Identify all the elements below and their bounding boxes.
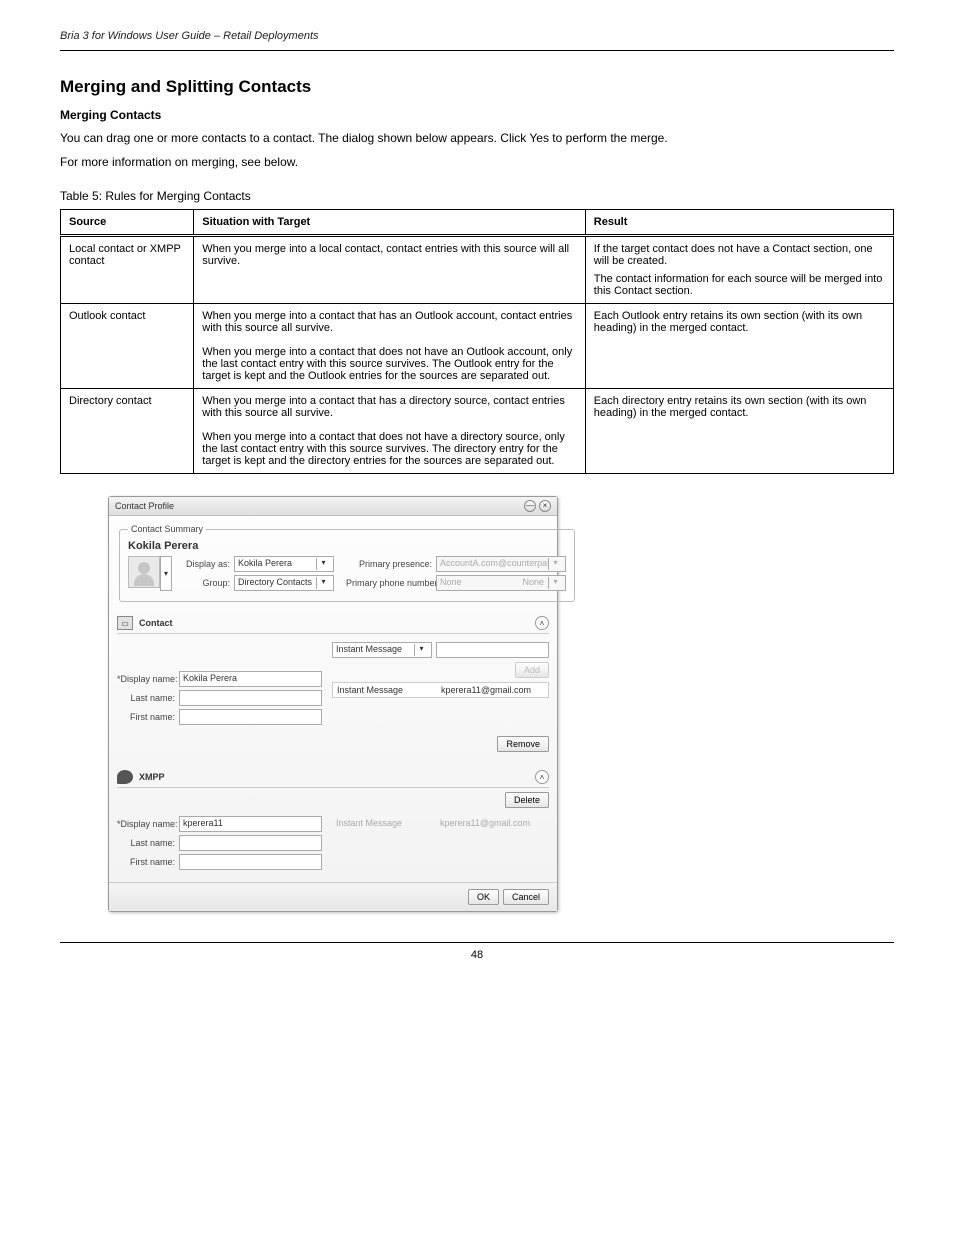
display-name-label: *Display name: [117, 819, 175, 829]
collapse-icon[interactable]: ˄ [535, 770, 549, 784]
display-as-input[interactable]: Kokila Perera [238, 558, 316, 570]
last-name-label: Last name: [117, 838, 175, 848]
last-name-label: Last name: [117, 693, 175, 703]
last-name-input[interactable] [179, 835, 322, 851]
speech-bubble-icon [117, 770, 133, 784]
last-name-input[interactable] [179, 690, 322, 706]
page-header: Bria 3 for Windows User Guide – Retail D… [60, 30, 894, 51]
merge-paragraph-1: You can drag one or more contacts to a c… [60, 130, 894, 147]
primary-phone-right: None [522, 577, 544, 589]
avatar [128, 556, 160, 588]
chevron-down-icon[interactable]: ▾ [316, 577, 330, 589]
listing-method: Instant Message [336, 818, 436, 828]
col-result: Result [585, 210, 893, 236]
close-icon[interactable]: × [539, 500, 551, 512]
primary-presence-value: AccountA.com@counterpath.co [440, 558, 548, 570]
col-situation: Situation with Target [194, 210, 586, 236]
col-source: Source [61, 210, 194, 236]
listing-value: kperera11@gmail.com [440, 818, 530, 828]
cancel-button[interactable]: Cancel [503, 889, 549, 905]
avatar-chevron-icon[interactable]: ▾ [160, 556, 172, 591]
collapse-icon[interactable]: ˄ [535, 616, 549, 630]
display-name-input[interactable]: Kokila Perera [179, 671, 322, 687]
method-select[interactable]: Instant Message [336, 644, 414, 656]
group-select[interactable]: Directory Contacts [238, 577, 316, 589]
group-label: Group: [184, 578, 230, 588]
first-name-label: First name: [117, 712, 175, 722]
remove-button[interactable]: Remove [497, 736, 549, 752]
section-heading: Merging and Splitting Contacts [60, 77, 894, 97]
chevron-down-icon[interactable]: ▾ [548, 558, 562, 570]
chevron-down-icon[interactable]: ▾ [316, 558, 330, 570]
delete-button[interactable]: Delete [505, 792, 549, 808]
method-value-input[interactable] [436, 642, 549, 658]
first-name-input[interactable] [179, 854, 322, 870]
contact-name-heading: Kokila Perera [128, 540, 566, 552]
chevron-down-icon[interactable]: ▾ [414, 644, 428, 656]
contact-profile-dialog: Contact Profile — × Contact Summary Koki… [108, 496, 558, 912]
ok-button[interactable]: OK [468, 889, 499, 905]
merge-subheading: Merging Contacts [60, 107, 894, 124]
listing-method: Instant Message [337, 685, 437, 695]
primary-phone-left: None [440, 577, 518, 589]
dialog-title: Contact Profile [115, 501, 174, 511]
merge-rules-table: Source Situation with Target Result Loca… [60, 209, 894, 474]
listing-value: kperera11@gmail.com [441, 685, 531, 695]
summary-legend: Contact Summary [128, 524, 206, 534]
display-name-input[interactable]: kperera11 [179, 816, 322, 832]
table-row: Outlook contact When you merge into a co… [61, 304, 894, 389]
first-name-label: First name: [117, 857, 175, 867]
display-name-label: *Display name: [117, 674, 175, 684]
table-title: Table 5: Rules for Merging Contacts [60, 189, 894, 203]
primary-presence-label: Primary presence: [346, 559, 432, 569]
section-title-xmpp: XMPP [139, 772, 165, 782]
section-title-contact: Contact [139, 618, 173, 628]
chevron-down-icon[interactable]: ▾ [548, 577, 562, 589]
first-name-input[interactable] [179, 709, 322, 725]
header-left: Bria 3 for Windows User Guide – Retail D… [60, 30, 319, 42]
add-button[interactable]: Add [515, 662, 549, 678]
page-footer: 48 [60, 942, 894, 961]
table-row: Directory contact When you merge into a … [61, 389, 894, 474]
table-row: Local contact or XMPP contact When you m… [61, 236, 894, 304]
card-icon: ▭ [117, 616, 133, 630]
minimize-icon[interactable]: — [524, 500, 536, 512]
display-as-label: Display as: [184, 559, 230, 569]
primary-phone-label: Primary phone number: [346, 578, 432, 588]
merge-paragraph-2: For more information on merging, see bel… [60, 154, 894, 171]
